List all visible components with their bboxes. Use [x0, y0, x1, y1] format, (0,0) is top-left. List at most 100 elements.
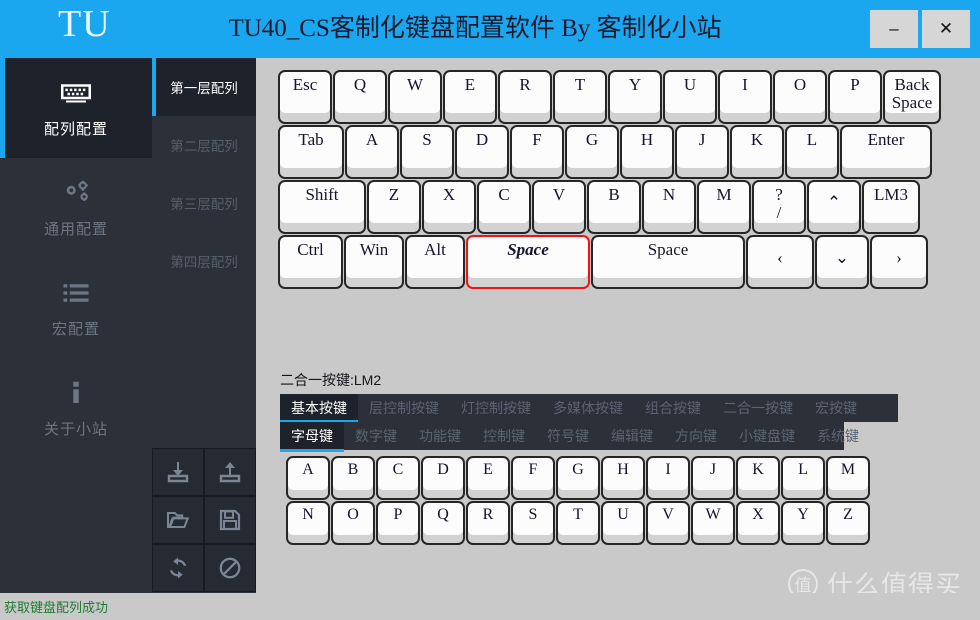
tab-sub-7[interactable]: 小键盘键 [728, 422, 806, 450]
palette-key-0-9[interactable]: J [691, 456, 735, 500]
palette-key-0-11[interactable]: L [781, 456, 825, 500]
palette-key-0-5[interactable]: F [511, 456, 555, 500]
clear-button[interactable] [204, 544, 256, 592]
tab-category-5[interactable]: 二合一按键 [712, 394, 804, 422]
key-0-5[interactable]: T [553, 70, 607, 124]
key-1-6[interactable]: H [620, 125, 674, 179]
key-1-4[interactable]: F [510, 125, 564, 179]
key-0-1[interactable]: Q [333, 70, 387, 124]
key-2-7[interactable]: M [697, 180, 751, 234]
key-2-9[interactable]: ⌃ [807, 180, 861, 234]
tab-sub-2[interactable]: 功能键 [408, 422, 472, 450]
layer-item-3[interactable]: 第四层配列 [152, 232, 256, 290]
key-0-8[interactable]: I [718, 70, 772, 124]
sidebar-item-0[interactable]: 配列配置 [0, 58, 152, 158]
palette-key-0-2[interactable]: C [376, 456, 420, 500]
key-3-2[interactable]: Alt [405, 235, 465, 289]
tab-category-4[interactable]: 组合按键 [634, 394, 712, 422]
tab-sub-8[interactable]: 系统键 [806, 422, 870, 450]
key-2-1[interactable]: Z [367, 180, 421, 234]
upload-layout-button[interactable] [204, 448, 256, 496]
key-2-10[interactable]: LM3 [862, 180, 920, 234]
tab-category-3[interactable]: 多媒体按键 [542, 394, 634, 422]
download-layout-button[interactable] [152, 448, 204, 496]
key-1-1[interactable]: A [345, 125, 399, 179]
palette-key-0-1[interactable]: B [331, 456, 375, 500]
key-0-4[interactable]: R [498, 70, 552, 124]
key-2-4[interactable]: V [532, 180, 586, 234]
key-1-2[interactable]: S [400, 125, 454, 179]
reset-button[interactable] [152, 544, 204, 592]
key-0-6[interactable]: Y [608, 70, 662, 124]
key-1-3[interactable]: D [455, 125, 509, 179]
key-1-7[interactable]: J [675, 125, 729, 179]
key-2-2[interactable]: X [422, 180, 476, 234]
key-1-10[interactable]: Enter [840, 125, 932, 179]
key-1-5[interactable]: G [565, 125, 619, 179]
key-1-0[interactable]: Tab [278, 125, 344, 179]
key-2-5[interactable]: B [587, 180, 641, 234]
tab-sub-3[interactable]: 控制键 [472, 422, 536, 450]
key-0-10[interactable]: P [828, 70, 882, 124]
palette-key-1-5[interactable]: S [511, 501, 555, 545]
palette-key-1-3[interactable]: Q [421, 501, 465, 545]
key-3-3[interactable]: Space [466, 235, 590, 289]
tab-category-0[interactable]: 基本按键 [280, 394, 358, 423]
sidebar-item-3[interactable]: 关于小站 [0, 358, 152, 458]
key-0-0[interactable]: Esc [278, 70, 332, 124]
layer-item-0[interactable]: 第一层配列 [152, 58, 256, 116]
sidebar-item-2[interactable]: 宏配置 [0, 258, 152, 358]
open-file-button[interactable] [152, 496, 204, 544]
key-1-8[interactable]: K [730, 125, 784, 179]
tab-sub-4[interactable]: 符号键 [536, 422, 600, 450]
tab-category-2[interactable]: 灯控制按键 [450, 394, 542, 422]
palette-key-0-6[interactable]: G [556, 456, 600, 500]
palette-key-1-11[interactable]: Y [781, 501, 825, 545]
palette-key-1-1[interactable]: O [331, 501, 375, 545]
key-2-3[interactable]: C [477, 180, 531, 234]
palette-key-0-10[interactable]: K [736, 456, 780, 500]
key-0-11[interactable]: Back Space [883, 70, 941, 124]
palette-key-1-8[interactable]: V [646, 501, 690, 545]
key-3-6[interactable]: ⌄ [815, 235, 869, 289]
palette-key-1-7[interactable]: U [601, 501, 645, 545]
close-button[interactable]: ✕ [922, 10, 970, 48]
key-0-2[interactable]: W [388, 70, 442, 124]
palette-key-1-2[interactable]: P [376, 501, 420, 545]
tab-sub-6[interactable]: 方向键 [664, 422, 728, 450]
tab-sub-1[interactable]: 数字键 [344, 422, 408, 450]
key-0-9[interactable]: O [773, 70, 827, 124]
key-3-0[interactable]: Ctrl [278, 235, 343, 289]
layer-item-2[interactable]: 第三层配列 [152, 174, 256, 232]
key-3-5[interactable]: ‹ [746, 235, 814, 289]
palette-key-0-0[interactable]: A [286, 456, 330, 500]
sidebar-item-1[interactable]: 通用配置 [0, 158, 152, 258]
palette-key-0-8[interactable]: I [646, 456, 690, 500]
key-2-6[interactable]: N [642, 180, 696, 234]
key-0-3[interactable]: E [443, 70, 497, 124]
key-3-1[interactable]: Win [344, 235, 404, 289]
palette-key-0-12[interactable]: M [826, 456, 870, 500]
palette-key-0-3[interactable]: D [421, 456, 465, 500]
save-file-button[interactable] [204, 496, 256, 544]
key-0-7[interactable]: U [663, 70, 717, 124]
palette-key-1-4[interactable]: R [466, 501, 510, 545]
palette-key-1-9[interactable]: W [691, 501, 735, 545]
palette-key-1-6[interactable]: T [556, 501, 600, 545]
tab-category-6[interactable]: 宏按键 [804, 394, 868, 422]
layer-item-1[interactable]: 第二层配列 [152, 116, 256, 174]
key-2-0[interactable]: Shift [278, 180, 366, 234]
palette-key-0-7[interactable]: H [601, 456, 645, 500]
tab-sub-0[interactable]: 字母键 [280, 422, 344, 452]
minimize-button[interactable]: – [870, 10, 918, 48]
palette-key-0-4[interactable]: E [466, 456, 510, 500]
key-3-7[interactable]: › [870, 235, 928, 289]
key-2-8[interactable]: ? / [752, 180, 806, 234]
key-3-4[interactable]: Space [591, 235, 745, 289]
palette-key-1-10[interactable]: X [736, 501, 780, 545]
palette-key-1-12[interactable]: Z [826, 501, 870, 545]
tab-sub-5[interactable]: 编辑键 [600, 422, 664, 450]
palette-key-1-0[interactable]: N [286, 501, 330, 545]
key-1-9[interactable]: L [785, 125, 839, 179]
tab-category-1[interactable]: 层控制按键 [358, 394, 450, 422]
